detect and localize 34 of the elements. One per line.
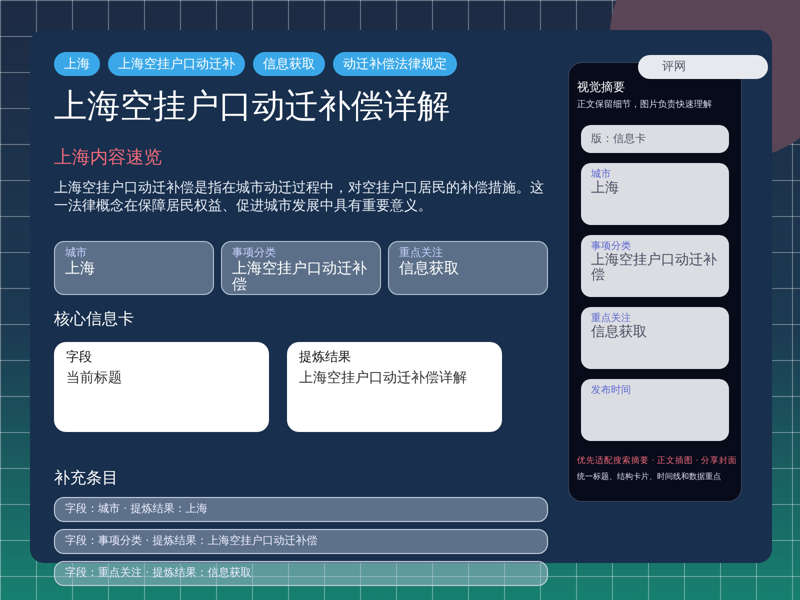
card-value: 当前标题 (66, 370, 123, 386)
stat-label: 城市 (65, 245, 88, 260)
summary-value: 上海 (591, 181, 620, 196)
section-subtitle: 上海内容速览 (54, 146, 163, 169)
summary-value: 上海空挂户口动迁补偿 (591, 253, 718, 283)
sidebar-pill: 版：信息卡 (581, 125, 729, 153)
stat-value: 上海 (65, 260, 96, 276)
stat-value: 上海空挂户口动迁补偿 (232, 260, 368, 292)
card-label: 提炼结果 (299, 349, 352, 366)
sidebar-subtitle: 正文保留细节，图片负责快速理解 (577, 98, 713, 111)
stat-value: 信息获取 (399, 260, 460, 276)
section-heading: 补充条目 (54, 468, 119, 489)
card-value: 上海空挂户口动迁补偿详解 (299, 370, 468, 386)
tag-pill[interactable]: 上海空挂户口动迁补 (108, 52, 245, 76)
stat-label: 事项分类 (232, 245, 277, 260)
entry-row: 字段：城市 · 提炼结果：上海 (54, 497, 548, 522)
tag-pill[interactable]: 上海 (54, 52, 100, 76)
summary-label: 事项分类 (591, 240, 632, 252)
card-label: 字段 (66, 349, 93, 366)
tag-pill[interactable]: 信息获取 (253, 52, 325, 76)
summary-value: 信息获取 (591, 325, 648, 340)
section-heading: 核心信息卡 (54, 309, 135, 330)
page-title: 上海空挂户口动迁补偿详解 (54, 85, 451, 127)
sidebar-title: 视觉摘要 (577, 79, 626, 96)
intro-paragraph: 上海空挂户口动迁补偿是指在城市动迁过程中，对空挂户口居民的补偿措施。这一法律概念在保障居民权益、促进城市发展中具有重要意义。 (54, 179, 545, 215)
entry-row: 字段：重点关注 · 提炼结果：信息获取 (54, 561, 548, 586)
summary-label: 发布时间 (591, 384, 632, 397)
entry-row: 字段：事项分类 · 提炼结果：上海空挂户口动迁补偿 (54, 529, 548, 554)
summary-label: 重点关注 (591, 312, 632, 324)
summary-label: 城市 (591, 168, 612, 180)
tag-pill[interactable]: 动迁补偿法律规定 (333, 52, 457, 76)
sidebar-footer: 统一标题、结构卡片、时间线和数据重点 (577, 471, 733, 483)
corner-pill: 评网 (638, 55, 768, 79)
stat-label: 重点关注 (399, 245, 444, 260)
